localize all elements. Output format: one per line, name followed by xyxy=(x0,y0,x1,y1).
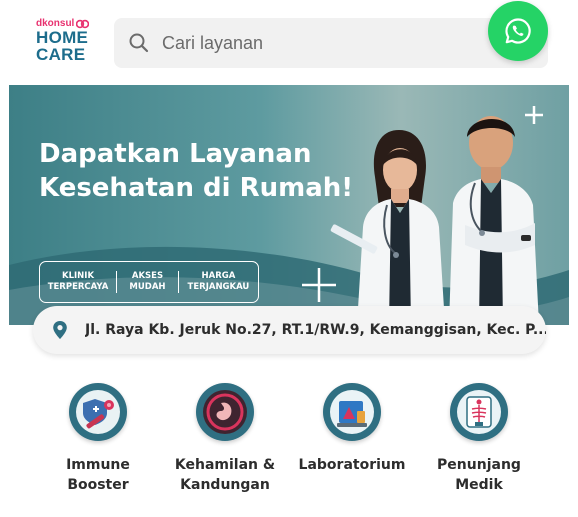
xray-icon xyxy=(450,383,508,441)
badge-klinik-terpercaya: KLINIK TERPERCAYA xyxy=(47,271,109,292)
laboratory-icon xyxy=(323,383,381,441)
promo-banner[interactable]: Dapatkan Layanan Kesehatan di Rumah! KLI… xyxy=(9,85,569,325)
search-bar[interactable] xyxy=(114,18,548,68)
category-pregnancy[interactable]: Kehamilan & Kandungan xyxy=(160,383,290,495)
badge-akses-mudah: AKSES MUDAH xyxy=(116,271,178,293)
category-medical-support[interactable]: Penunjang Medik xyxy=(414,383,544,495)
category-label: Penunjang Medik xyxy=(437,457,521,493)
service-categories: Immune Booster Kehamilan & Kandungan Lab… xyxy=(0,383,578,513)
search-input[interactable] xyxy=(162,32,522,54)
category-label: Immune Booster xyxy=(66,457,130,493)
app-header: dkonsul HOME CARE xyxy=(0,0,578,85)
category-laboratory[interactable]: Laboratorium xyxy=(287,383,417,475)
plus-decoration-icon xyxy=(525,106,543,124)
home-care-logo[interactable]: dkonsul HOME CARE xyxy=(36,18,92,68)
immune-booster-icon xyxy=(69,383,127,441)
location-pin-icon xyxy=(53,321,67,339)
address-text: Jl. Raya Kb. Jeruk No.27, RT.1/RW.9, Kem… xyxy=(85,322,546,338)
category-label: Laboratorium xyxy=(298,457,406,473)
whatsapp-button[interactable] xyxy=(488,1,548,61)
logo-line-home: HOME xyxy=(36,28,89,47)
category-label: Kehamilan & Kandungan xyxy=(174,457,276,493)
doctors-illustration xyxy=(302,106,543,325)
female-doctor xyxy=(330,130,445,325)
search-icon xyxy=(129,33,149,53)
logo-mark-icon xyxy=(76,19,90,28)
badge-harga-terjangkau: HARGA TERJANGKAU xyxy=(177,271,258,293)
male-doctor xyxy=(449,116,539,325)
pregnancy-icon xyxy=(196,383,254,441)
whatsapp-icon xyxy=(505,18,531,44)
address-selector[interactable]: Jl. Raya Kb. Jeruk No.27, RT.1/RW.9, Kem… xyxy=(33,306,546,354)
banner-badges: KLINIK TERPERCAYA AKSES MUDAH HARGA TERJ… xyxy=(39,261,259,303)
logo-line-care: CARE xyxy=(36,45,86,64)
category-immune-booster[interactable]: Immune Booster xyxy=(33,383,163,495)
